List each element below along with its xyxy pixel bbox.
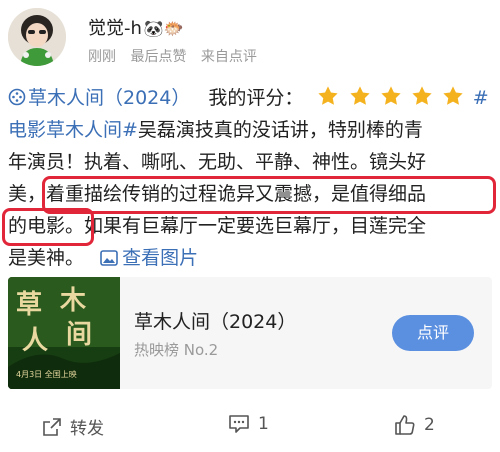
post-text-2: 吴磊演技真的没话讲，特别棒的青 [137, 119, 423, 141]
post-source: 来自点评 [200, 49, 257, 65]
post-text-4: 美， [8, 183, 47, 205]
username-text[interactable]: 觉觉-h [88, 18, 142, 39]
like-count[interactable]: 2 [424, 415, 435, 435]
like-button[interactable]: 2 [394, 414, 435, 436]
post-line-6: 是美神。 查看图片 [8, 242, 492, 274]
share-label[interactable]: 转发 [70, 414, 104, 439]
star-icon [380, 86, 401, 105]
card-subtitle: 热映榜 No.2 [134, 341, 219, 359]
comment-count[interactable]: 1 [258, 414, 269, 434]
post-body: 草木人间（2024） 我的评分： # 电影草木人间#吴磊演技真的没话讲，特别棒的… [2, 82, 496, 274]
poster-title-3: 人 [22, 326, 48, 356]
post-text-5: 如果有巨幕厅一定要选巨幕厅，目莲完全 [84, 215, 427, 237]
star-icon [443, 86, 463, 105]
card-title[interactable]: 草木人间（2024） [134, 307, 296, 334]
action-bar: 转发 1 2 [0, 400, 500, 452]
post-line-5: 的电影。如果有巨幕厅一定要选巨幕厅，目莲完全 [2, 208, 492, 246]
view-images-link[interactable]: 查看图片 [100, 247, 198, 269]
rating-stars [317, 85, 466, 117]
highlighted-text-1: 着重描绘传销的过程诡异又震撼，是值得细品 [46, 183, 427, 205]
image-icon [100, 250, 118, 266]
movie-link[interactable]: 草木人间（2024） [8, 87, 196, 109]
poster-image: 草 木 人 间 4月3日 全国上映 [8, 277, 120, 389]
poster-title-1: 草 [16, 290, 42, 320]
post-line-1: 草木人间（2024） 我的评分： # [8, 82, 492, 114]
avatar-image [8, 8, 66, 66]
topic-link[interactable]: 电影草木人间# [8, 119, 138, 141]
film-reel-icon [8, 88, 26, 106]
movie-card[interactable]: 草 木 人 间 4月3日 全国上映 草木人间（2024） 热映榜 No.2 点评 [8, 277, 492, 389]
post-meta: 刚刚 最后点赞 来自点评 [88, 46, 267, 66]
comment-button[interactable]: 1 [228, 414, 269, 434]
star-icon [411, 86, 432, 105]
post-time: 刚刚 [88, 49, 116, 65]
review-button[interactable]: 点评 [392, 315, 474, 351]
movie-link-text[interactable]: 草木人间（2024） [28, 87, 190, 109]
post-line-3: 年演员！执着、嘶吼、无助、平静、神性。镜头好 [8, 151, 427, 173]
movie-poster[interactable]: 草 木 人 间 4月3日 全国上映 [8, 277, 120, 389]
view-images-text[interactable]: 查看图片 [122, 247, 198, 269]
share-icon [43, 417, 61, 436]
poster-title-2: 木 [59, 286, 86, 316]
post-line-2: 电影草木人间#吴磊演技真的没话讲，特别棒的青 [8, 114, 492, 146]
post-text-6: 是美神。 [8, 247, 85, 269]
post-header: 觉觉-h 🐼🐡 刚刚 最后点赞 来自点评 [8, 8, 488, 66]
star-icon [349, 86, 370, 105]
post-line-4: 美，着重描绘传销的过程诡异又震撼，是值得细品 [8, 176, 496, 214]
username[interactable]: 觉觉-h 🐼🐡 [88, 14, 184, 40]
topic-hash[interactable]: # [473, 87, 489, 109]
username-emoji: 🐼🐡 [143, 19, 184, 38]
post-last-liked: 最后点赞 [130, 49, 187, 65]
star-icon [318, 86, 339, 105]
comment-icon [229, 415, 249, 433]
poster-caption: 4月3日 全国上映 [16, 369, 77, 379]
thumbs-up-icon [395, 415, 415, 435]
avatar[interactable] [8, 8, 66, 66]
poster-title-4: 间 [66, 320, 92, 350]
rating-label: 我的评分： [208, 87, 304, 109]
share-button[interactable]: 转发 [42, 414, 104, 439]
highlighted-text-2: 的电影。 [8, 215, 85, 237]
